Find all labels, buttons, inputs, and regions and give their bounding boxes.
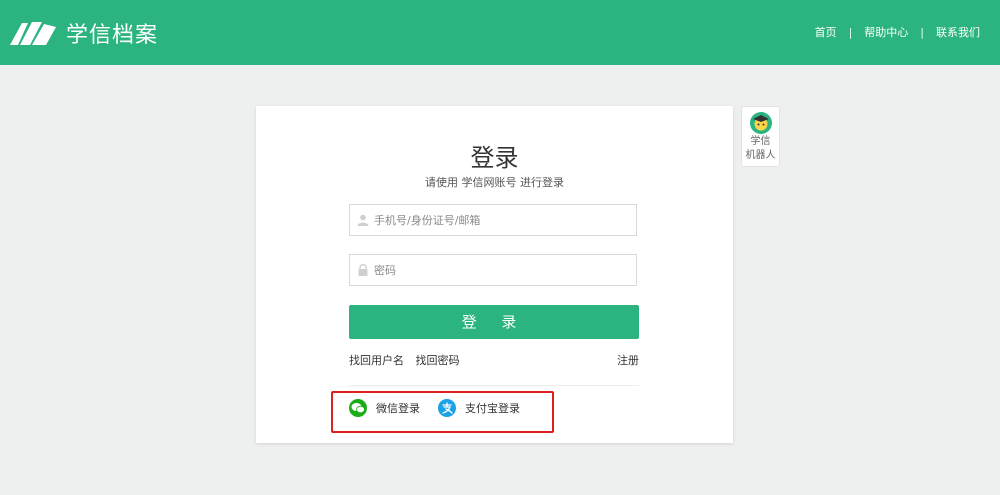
register-link[interactable]: 注册 [617,352,639,368]
top-nav: 首页 | 帮助中心 | 联系我们 [815,24,980,40]
username-field[interactable] [349,204,637,236]
find-username-link[interactable]: 找回用户名 [349,354,404,367]
xuexin-robot-button[interactable]: 学信 机器人 [741,106,780,167]
account-links: 找回用户名 找回密码 注册 [349,352,639,368]
login-subtitle: 请使用 学信网账号 进行登录 [425,176,564,189]
password-field[interactable] [349,254,637,286]
find-password-link[interactable]: 找回密码 [416,354,460,367]
wechat-login-button[interactable]: 微信登录 [349,399,420,417]
top-header: 学信档案 首页 | 帮助中心 | 联系我们 [0,0,1000,65]
brand-name: 学信档案 [66,23,159,48]
logo[interactable]: 学信档案 [8,17,158,49]
alipay-icon [438,399,456,417]
password-input[interactable] [374,263,636,277]
user-icon [357,214,369,226]
alipay-login-button[interactable]: 支付宝登录 [438,399,520,417]
robot-avatar-icon [749,112,772,134]
login-card: 登录 请使用 学信网账号 进行登录 登 录 找回用户名 找回密码 注册 [256,106,733,443]
robot-label-line2: 机器人 [745,150,776,161]
login-button[interactable]: 登 录 [349,305,639,339]
nav-home-link[interactable]: 首页 [815,24,837,40]
nav-help-link[interactable]: 帮助中心 [864,24,908,40]
username-input[interactable] [374,213,636,227]
nav-separator: | [848,25,853,39]
wechat-icon [349,399,367,417]
lock-icon [357,264,369,276]
logo-books-icon [10,22,56,45]
login-title: 登录 [470,144,519,172]
robot-label-line1: 学信 [750,136,771,147]
divider [349,385,639,386]
third-party-login: 微信登录 支付宝登录 [349,399,520,417]
alipay-login-label: 支付宝登录 [465,402,520,415]
wechat-login-label: 微信登录 [376,402,420,415]
nav-separator: | [920,25,924,39]
nav-contact-link[interactable]: 联系我们 [936,24,980,40]
